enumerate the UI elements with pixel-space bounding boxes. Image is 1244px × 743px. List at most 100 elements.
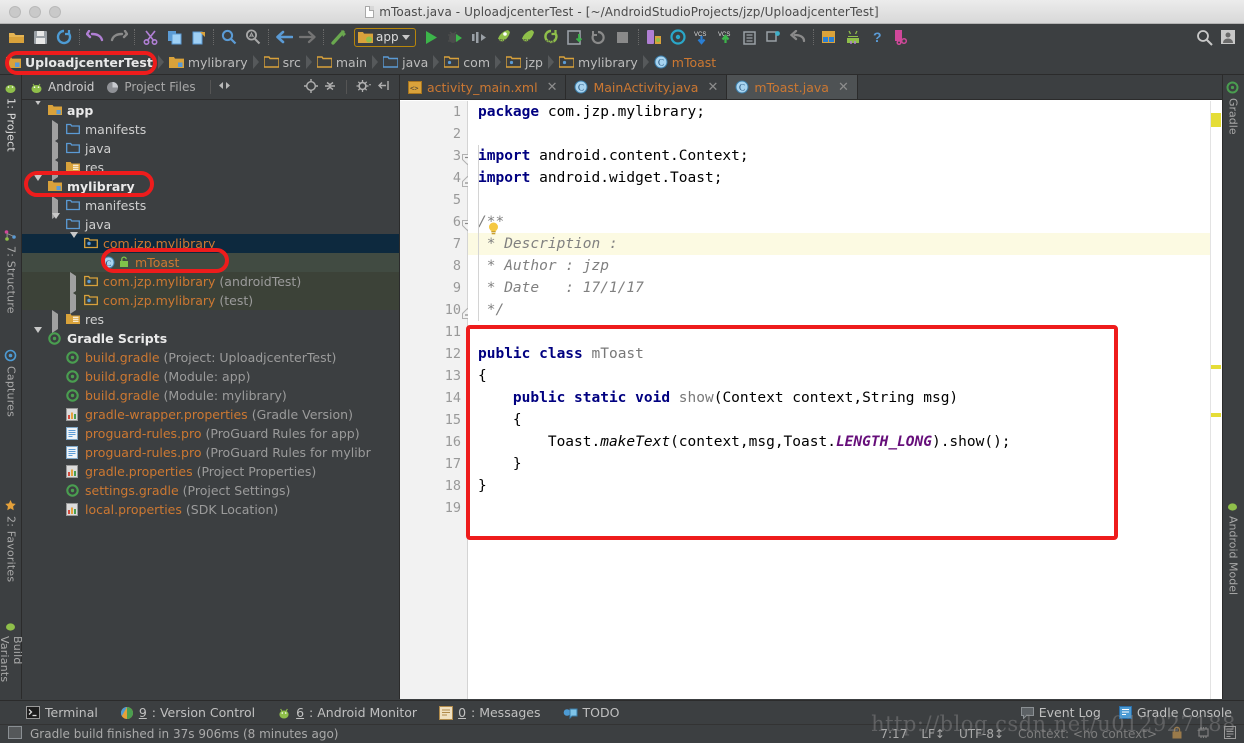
sidebar-item-structure[interactable]: 7: Structure — [0, 225, 22, 318]
sidebar-item-captures[interactable]: Captures — [0, 345, 22, 421]
line-number[interactable]: 13 — [400, 365, 467, 387]
monitor-icon[interactable] — [889, 26, 913, 48]
avd-manager-icon[interactable] — [642, 26, 666, 48]
project-panel-actions[interactable] — [304, 78, 399, 96]
build-icon[interactable] — [327, 26, 351, 48]
left-tool-window-strip[interactable]: 1: Project 7: Structure Captures 2: Favo… — [0, 75, 24, 699]
project-view-tab-project-files[interactable]: Project Files — [104, 80, 203, 94]
back-icon[interactable] — [272, 26, 296, 48]
code-line-13[interactable]: { — [468, 365, 1222, 387]
chevron-right-icon[interactable] — [70, 291, 81, 314]
bottom-item-messages[interactable]: 0: Messages — [439, 705, 541, 720]
stop-icon[interactable] — [611, 26, 635, 48]
status-bar-right[interactable]: 7:17 LF↕ UTF-8↕ Context: <no context> — [880, 726, 1236, 742]
bottom-item-version-control[interactable]: 9: Version Control — [120, 705, 255, 720]
sidebar-item-favorites[interactable]: 2: Favorites — [0, 495, 22, 586]
code-line-17[interactable]: } — [468, 453, 1222, 475]
warning-marker[interactable] — [1211, 365, 1221, 369]
editor-tab-bar[interactable]: <> activity_main.xml ✕ C MainActivity.ja… — [400, 75, 1222, 100]
line-number[interactable]: 11 — [400, 321, 467, 343]
code-line-5[interactable] — [468, 189, 1222, 211]
tree-item-res[interactable]: res — [22, 158, 399, 181]
sync-icon[interactable] — [52, 26, 76, 48]
line-number-gutter[interactable]: 1 2 3 4 5 6 7 8 9 10 11 12 13 14 15 16 17 18 19 — [400, 101, 473, 699]
code-line-9[interactable]: * Date : 17/1/17 — [468, 277, 1222, 299]
chevron-right-icon[interactable] — [52, 310, 63, 333]
sidebar-item-gradle[interactable]: Gradle — [1222, 77, 1244, 139]
editor-tab-mainactivity-java[interactable]: C MainActivity.java ✕ — [566, 75, 728, 99]
tree-item-res[interactable]: res — [22, 310, 399, 333]
help-icon[interactable]: ? — [865, 26, 889, 48]
tree-item-com-jzp-mylibrary[interactable]: com.jzp.mylibrary (test) — [22, 291, 399, 314]
breadcrumb-item-7[interactable]: mylibrary — [558, 55, 642, 70]
tree-item-build-gradle[interactable]: build.gradle (Project: UploadjcenterTest) — [22, 348, 399, 367]
chevron-right-icon[interactable] — [70, 272, 81, 295]
line-number[interactable]: 1 — [400, 101, 467, 123]
editor-tab-mtoast-java[interactable]: C mToast.java ✕ — [727, 75, 858, 99]
sdk-download-icon[interactable] — [563, 26, 587, 48]
editor-tab-activity-main-xml[interactable]: <> activity_main.xml ✕ — [400, 75, 567, 99]
line-number[interactable]: 5 — [400, 189, 467, 211]
tree-item-proguard-rules-pro[interactable]: proguard-rules.pro (ProGuard Rules for ap… — [22, 424, 399, 443]
project-tree[interactable]: app manifests java res mylibrary manifests jav… — [22, 101, 399, 699]
bottom-tool-window-bar[interactable]: Terminal 9: Version Control 6: Android M… — [0, 700, 1244, 724]
tree-item-com-jzp-mylibrary[interactable]: com.jzp.mylibrary (androidTest) — [22, 272, 399, 295]
line-number[interactable]: 4 — [400, 167, 467, 189]
search-everywhere-icon[interactable] — [1192, 26, 1216, 48]
bottom-item-gradle-console[interactable]: Gradle Console — [1118, 705, 1232, 720]
bottom-item-event-log[interactable]: Event Log — [1020, 705, 1101, 720]
line-number[interactable]: 6 — [400, 211, 467, 233]
target-icon[interactable] — [304, 78, 318, 96]
line-number[interactable]: 18 — [400, 475, 467, 497]
line-number[interactable]: 3 — [400, 145, 467, 167]
code-line-18[interactable]: } — [468, 475, 1222, 497]
line-number[interactable]: 12 — [400, 343, 467, 365]
project-view-tab-android[interactable]: Android — [28, 80, 102, 94]
code-line-6[interactable]: /** — [468, 211, 1222, 233]
collapse-expand-icon[interactable] — [217, 80, 232, 94]
caret-position[interactable]: 7:17 — [880, 727, 907, 741]
run-configuration-selector[interactable]: app — [354, 27, 416, 47]
breadcrumb-item-1[interactable]: mylibrary — [168, 55, 252, 70]
breadcrumb[interactable]: UploadjcenterTest mylibrary src main jav… — [0, 50, 1244, 75]
code-editor[interactable]: 1 2 3 4 5 6 7 8 9 10 11 12 13 14 15 16 17 18 19 package co… — [400, 101, 1222, 699]
chevron-down-icon[interactable] — [34, 175, 45, 196]
revert-icon[interactable] — [786, 26, 810, 48]
tree-item-gradle-scripts[interactable]: Gradle Scripts — [22, 327, 399, 348]
code-line-10[interactable]: */ — [468, 299, 1222, 321]
intention-bulb-icon[interactable] — [487, 221, 500, 240]
close-icon[interactable]: ✕ — [707, 80, 718, 95]
code-line-1[interactable]: package com.jzp.mylibrary; — [468, 101, 1222, 123]
code-line-2[interactable] — [468, 123, 1222, 145]
memory-icon[interactable] — [1197, 726, 1210, 742]
vcs-commit-icon[interactable]: VCS — [714, 26, 738, 48]
breadcrumb-item-2[interactable]: src — [263, 55, 305, 70]
lock-icon[interactable] — [1171, 726, 1183, 742]
bottom-bar-right[interactable]: Event Log Gradle Console — [1020, 705, 1244, 720]
instant-run-icon[interactable]: JRA — [491, 26, 515, 48]
breadcrumb-item-5[interactable]: com — [444, 55, 494, 70]
warning-marker[interactable] — [1211, 113, 1221, 127]
tree-item-build-gradle[interactable]: build.gradle (Module: app) — [22, 367, 399, 386]
chevron-right-icon[interactable] — [52, 196, 63, 219]
chevron-right-icon[interactable] — [52, 158, 63, 181]
line-number[interactable]: 8 — [400, 255, 467, 277]
breadcrumb-item-0[interactable]: UploadjcenterTest — [6, 55, 157, 70]
main-toolbar[interactable]: app JRA JRA JRA VCS VCS ? — [0, 24, 1244, 50]
settings-gear-icon[interactable] — [356, 79, 372, 96]
build-status-icon[interactable] — [8, 726, 22, 742]
redo-icon[interactable] — [107, 26, 131, 48]
chevron-right-icon[interactable] — [52, 139, 63, 162]
code-line-7[interactable]: * Description : — [468, 233, 1222, 255]
tree-item-settings-gradle[interactable]: settings.gradle (Project Settings) — [22, 481, 399, 500]
code-line-11[interactable] — [468, 321, 1222, 343]
tree-item-local-properties[interactable]: local.properties (SDK Location) — [22, 500, 399, 519]
line-number[interactable]: 14 — [400, 387, 467, 409]
layout-icon[interactable] — [1224, 726, 1236, 742]
bottom-item-todo[interactable]: TODO — [563, 705, 619, 720]
marker-gutter[interactable] — [1210, 101, 1222, 699]
tree-item-manifests[interactable]: manifests — [22, 120, 399, 143]
code-line-19[interactable] — [468, 497, 1222, 519]
warning-marker[interactable] — [1211, 413, 1221, 417]
line-number[interactable]: 16 — [400, 431, 467, 453]
